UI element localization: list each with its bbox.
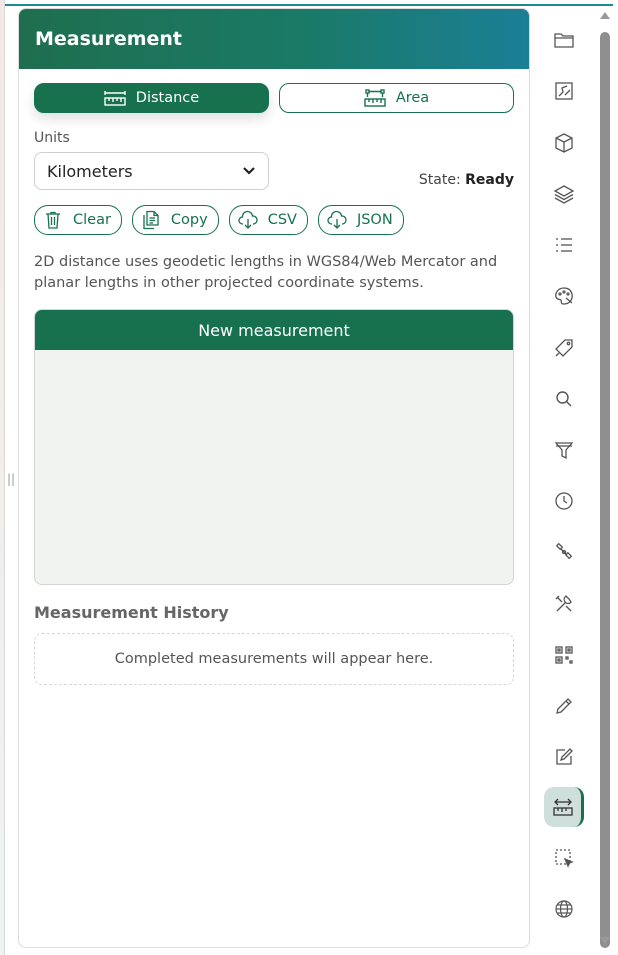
area-ruler-icon bbox=[364, 89, 386, 107]
satellite-icon bbox=[555, 542, 573, 560]
tool-satellite[interactable] bbox=[544, 532, 584, 572]
tool-folder[interactable] bbox=[544, 20, 584, 60]
mode-toggle: Distance Area bbox=[34, 83, 514, 113]
history-title: Measurement History bbox=[34, 603, 229, 622]
tool-edit[interactable] bbox=[544, 737, 584, 777]
tool-style[interactable] bbox=[544, 276, 584, 316]
copy-icon bbox=[143, 210, 159, 230]
scroll-down-arrow-icon[interactable] bbox=[600, 937, 610, 944]
distance-mode-label: Distance bbox=[135, 90, 200, 106]
cube-icon bbox=[555, 133, 573, 153]
state-indicator: State: Ready bbox=[419, 172, 514, 188]
measurement-header: New measurement bbox=[35, 310, 513, 350]
trash-icon bbox=[46, 211, 60, 229]
measurement-panel: Measurement Distance Area Units Kilomete… bbox=[18, 8, 530, 948]
area-mode-button[interactable]: Area bbox=[279, 83, 514, 113]
copy-button[interactable]: Copy bbox=[131, 205, 219, 235]
history-empty-state: Completed measurements will appear here. bbox=[34, 633, 514, 685]
measurement-result-box: New measurement bbox=[34, 309, 514, 585]
qr-code-icon bbox=[555, 646, 573, 664]
tool-map-edit[interactable] bbox=[544, 71, 584, 111]
csv-export-button[interactable]: CSV bbox=[228, 205, 308, 235]
tool-label[interactable] bbox=[544, 328, 584, 368]
filter-icon bbox=[554, 442, 574, 460]
json-export-button[interactable]: JSON bbox=[317, 205, 404, 235]
tool-measure[interactable] bbox=[544, 787, 584, 827]
chevron-down-icon bbox=[243, 167, 255, 175]
tool-tools[interactable] bbox=[544, 584, 584, 624]
units-selected-value: Kilometers bbox=[47, 161, 133, 181]
tool-search[interactable] bbox=[544, 379, 584, 419]
edit-note-icon bbox=[556, 748, 573, 765]
tool-3d[interactable] bbox=[544, 123, 584, 163]
clear-label: Clear bbox=[73, 212, 111, 228]
layers-icon bbox=[553, 185, 575, 204]
copy-label: Copy bbox=[170, 212, 208, 228]
cloud-download-icon bbox=[327, 210, 347, 229]
area-mode-label: Area bbox=[395, 90, 430, 106]
csv-label: CSV bbox=[267, 212, 297, 228]
tool-list[interactable] bbox=[544, 225, 584, 265]
palette-icon bbox=[555, 287, 573, 305]
action-buttons: Clear Copy CSV JSON bbox=[34, 205, 404, 235]
measure-ruler-icon bbox=[552, 798, 573, 816]
list-icon bbox=[556, 238, 572, 252]
app-root: || Measurement Distance Area Units Kilom… bbox=[0, 0, 618, 955]
map-edit-icon bbox=[555, 82, 573, 100]
units-label: Units bbox=[34, 130, 70, 146]
tool-select[interactable] bbox=[544, 838, 584, 878]
clock-icon bbox=[555, 492, 573, 510]
globe-icon bbox=[555, 900, 573, 918]
tool-time[interactable] bbox=[544, 481, 584, 521]
toolbar-scrollbar[interactable] bbox=[597, 8, 613, 948]
distance-mode-button[interactable]: Distance bbox=[34, 83, 269, 113]
panel-title: Measurement bbox=[35, 28, 182, 50]
clear-button[interactable]: Clear bbox=[34, 205, 122, 235]
top-accent-line bbox=[5, 4, 613, 6]
tool-globe[interactable] bbox=[544, 889, 584, 929]
json-label: JSON bbox=[356, 212, 393, 228]
cloud-download-icon bbox=[238, 210, 258, 229]
pencil-icon bbox=[556, 698, 572, 714]
tool-layers[interactable] bbox=[544, 174, 584, 214]
folder-icon bbox=[554, 33, 574, 48]
selection-icon bbox=[555, 849, 574, 868]
panel-resize-handle[interactable]: || bbox=[7, 472, 15, 488]
tag-icon bbox=[555, 339, 573, 357]
units-select[interactable]: Kilometers bbox=[34, 152, 269, 190]
scroll-up-arrow-icon[interactable] bbox=[600, 12, 610, 19]
tool-draw[interactable] bbox=[544, 686, 584, 726]
map-edge bbox=[0, 0, 5, 955]
tool-qr[interactable] bbox=[544, 635, 584, 675]
tools-icon bbox=[555, 595, 572, 612]
state-label: State: bbox=[418, 172, 461, 188]
state-value: Ready bbox=[465, 172, 514, 188]
ruler-icon bbox=[104, 91, 126, 106]
search-icon bbox=[556, 391, 572, 407]
side-toolbar bbox=[536, 8, 594, 948]
description-text: 2D distance uses geodetic lengths in WGS… bbox=[34, 254, 498, 291]
panel-header: Measurement bbox=[19, 9, 529, 69]
scrollbar-thumb[interactable] bbox=[600, 32, 610, 948]
tool-filter[interactable] bbox=[544, 430, 584, 470]
